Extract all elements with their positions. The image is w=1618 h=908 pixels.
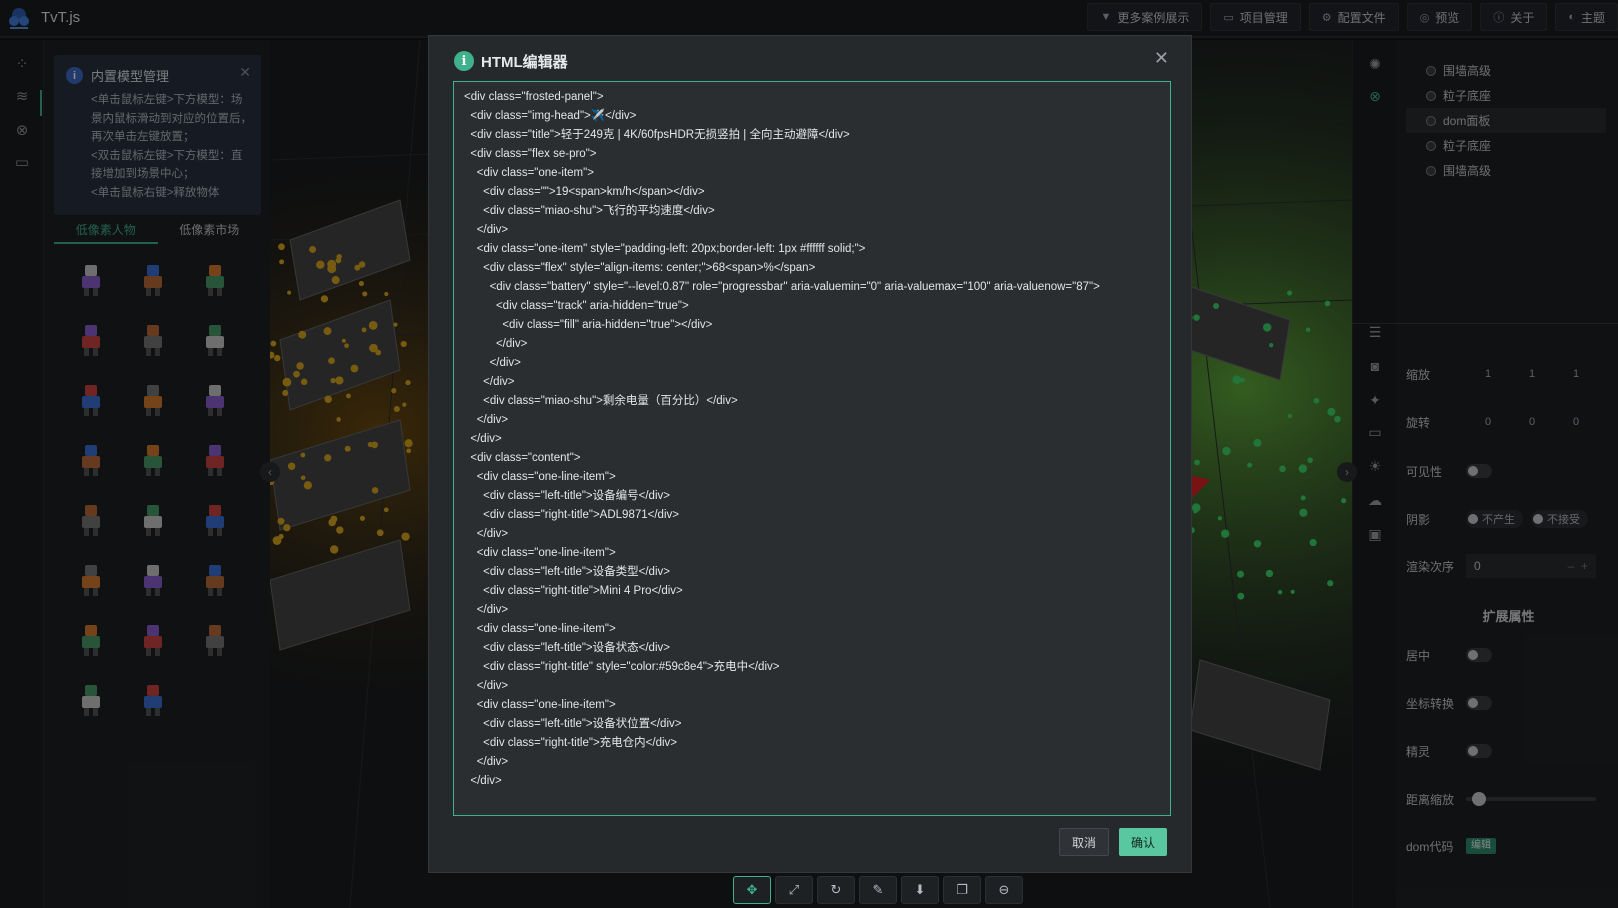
- code-line: <div class="one-line-item">: [464, 699, 616, 711]
- code-line: <div class="one-item">: [464, 167, 594, 179]
- code-line: </div>: [464, 775, 502, 787]
- code-editor[interactable]: <div class="frosted-panel"> <div class="…: [453, 81, 1171, 816]
- info-icon: i: [454, 51, 474, 71]
- close-icon[interactable]: ✕: [1154, 48, 1169, 69]
- code-line: </div>: [464, 680, 509, 692]
- code-line: <div class="left-title">设备类型</div>: [464, 566, 670, 578]
- code-line: <div class="track" aria-hidden="true">: [464, 300, 689, 312]
- code-line: <div class="one-line-item">: [464, 471, 616, 483]
- code-line: <div class="miao-shu">剩余电量（百分比）</div>: [464, 395, 738, 407]
- code-line: <div class="miao-shu">飞行的平均速度</div>: [464, 205, 715, 217]
- html-editor-modal: i HTML编辑器 ✕ <div class="frosted-panel"> …: [428, 35, 1192, 873]
- code-line: </div>: [464, 433, 502, 445]
- code-line: <div class="content">: [464, 452, 581, 464]
- code-line: </div>: [464, 338, 528, 350]
- code-line: <div class="left-title">设备状态</div>: [464, 642, 670, 654]
- modal-title: HTML编辑器: [481, 54, 568, 71]
- code-line: <div class="title">轻于249克 | 4K/60fpsHDR无…: [464, 129, 850, 141]
- code-line: <div class="one-line-item">: [464, 623, 616, 635]
- delete-icon[interactable]: ⊖: [985, 876, 1023, 904]
- move-icon[interactable]: ✥: [733, 876, 771, 904]
- cancel-button[interactable]: 取消: [1058, 828, 1109, 856]
- code-line: <div class="one-line-item">: [464, 547, 616, 559]
- copy-icon[interactable]: ❐: [943, 876, 981, 904]
- code-line: </div>: [464, 414, 509, 426]
- rotate-icon[interactable]: ↻: [817, 876, 855, 904]
- code-line: <div class="battery" style="--level:0.87…: [464, 281, 1100, 293]
- code-line: <div class="right-title" style="color:#5…: [464, 661, 780, 673]
- code-line: </div>: [464, 224, 509, 236]
- code-line: <div class="frosted-panel">: [464, 91, 604, 103]
- code-line: </div>: [464, 376, 515, 388]
- scale-icon[interactable]: ⤢: [775, 876, 813, 904]
- code-line: <div class="right-title">ADL9871</div>: [464, 509, 679, 521]
- code-line: <div class="">19<span>km/h</span></div>: [464, 186, 705, 198]
- code-line: <div class="flex se-pro">: [464, 148, 597, 160]
- code-line: </div>: [464, 528, 509, 540]
- brush-icon[interactable]: ✎: [859, 876, 897, 904]
- code-line: <div class="left-title">设备编号</div>: [464, 490, 670, 502]
- code-line: <div class="right-title">充电仓内</div>: [464, 737, 678, 749]
- code-line: <div class="img-head">✈️</div>: [464, 110, 637, 122]
- code-line: <div class="flex" style="align-items: ce…: [464, 262, 816, 274]
- import-icon[interactable]: ⬇: [901, 876, 939, 904]
- code-line: <div class="one-item" style="padding-lef…: [464, 243, 866, 255]
- transform-toolbar: ✥ ⤢ ↻ ✎ ⬇ ❐ ⊖: [733, 876, 1023, 904]
- code-line: <div class="right-title">Mini 4 Pro</div…: [464, 585, 683, 597]
- code-line: <div class="fill" aria-hidden="true"></d…: [464, 319, 713, 331]
- code-line: </div>: [464, 756, 509, 768]
- modal-footer: 取消 确认: [1058, 828, 1167, 856]
- code-line: </div>: [464, 357, 521, 369]
- confirm-button[interactable]: 确认: [1118, 828, 1167, 856]
- code-line: </div>: [464, 604, 509, 616]
- code-line: <div class="left-title">设备状位置</div>: [464, 718, 682, 730]
